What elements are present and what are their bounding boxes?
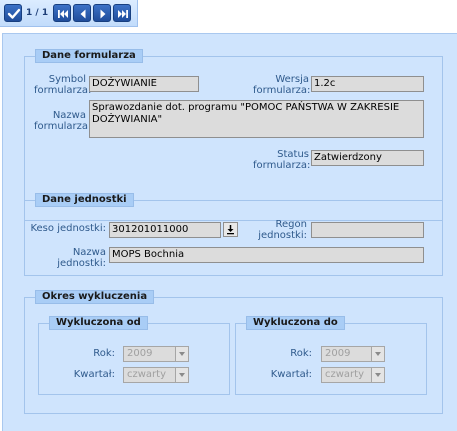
exclusion-period-group: Okres wykluczenia Wykluczona od Rok: 200…	[24, 290, 443, 414]
from-quarter-label: Kwartał:	[73, 369, 115, 380]
next-page-icon[interactable]	[93, 4, 111, 22]
last-page-icon[interactable]	[113, 4, 131, 22]
from-year-label: Rok:	[93, 348, 115, 359]
from-year-select[interactable]: 2009	[123, 346, 189, 362]
status-label: Status formularza:	[253, 149, 311, 171]
from-year-value: 2009	[127, 348, 153, 359]
excluded-from-legend: Wykluczona od	[49, 316, 148, 330]
from-quarter-select[interactable]: czwarty	[123, 367, 189, 383]
unit-name-label: Nazwa jednostki:	[57, 247, 106, 269]
to-year-select[interactable]: 2009	[321, 346, 385, 362]
regon-label: Regon jednostki:	[258, 219, 307, 241]
keso-picker-button[interactable]	[223, 222, 238, 237]
unit-data-group: Dane jednostki Keso jednostki: 301201011…	[24, 193, 443, 276]
first-page-icon[interactable]	[53, 4, 71, 22]
to-year-value: 2009	[325, 348, 351, 359]
symbol-label: Symbol formularza:	[34, 74, 92, 96]
form-name-field[interactable]: Sprawozdanie dot. programu "POMOC PAŃSTW…	[89, 100, 424, 138]
keso-label: Keso jednostki:	[30, 223, 106, 234]
exclusion-period-legend: Okres wykluczenia	[35, 290, 155, 304]
to-year-label: Rok:	[290, 348, 312, 359]
symbol-field[interactable]: DOŻYWIANIE	[89, 76, 199, 92]
chevron-down-icon	[175, 347, 188, 361]
prev-page-icon[interactable]	[73, 4, 91, 22]
version-field[interactable]: 1.2c	[311, 76, 424, 92]
unit-data-legend: Dane jednostki	[35, 193, 134, 207]
keso-field[interactable]: 301201011000	[109, 222, 221, 238]
status-field[interactable]: Zatwierdzony	[311, 150, 424, 166]
excluded-from-group: Wykluczona od Rok: 2009 Kwartał: czwarty	[38, 316, 230, 395]
unit-name-field[interactable]: MOPS Bochnia	[109, 247, 424, 263]
chevron-down-icon	[371, 347, 384, 361]
excluded-to-group: Wykluczona do Rok: 2009 Kwartał: czwarty	[235, 316, 427, 395]
check-icon[interactable]	[4, 4, 22, 22]
toolbar: 1 / 1	[0, 0, 138, 27]
excluded-to-legend: Wykluczona do	[246, 316, 345, 330]
chevron-down-icon	[371, 368, 384, 382]
download-arrow-icon	[227, 225, 234, 235]
form-data-legend: Dane formularza	[35, 49, 143, 63]
form-name-label: Nazwa formularza:	[34, 110, 92, 132]
from-quarter-value: czwarty	[127, 369, 167, 380]
version-label: Wersja formularza:	[253, 74, 311, 96]
to-quarter-value: czwarty	[325, 369, 365, 380]
main-panel: Dane formularza Symbol formularza: DOŻYWI…	[2, 33, 457, 431]
regon-field[interactable]	[311, 222, 424, 238]
chevron-down-icon	[175, 368, 188, 382]
to-quarter-select[interactable]: czwarty	[321, 367, 385, 383]
to-quarter-label: Kwartał:	[270, 369, 312, 380]
pager-text: 1 / 1	[26, 8, 49, 18]
